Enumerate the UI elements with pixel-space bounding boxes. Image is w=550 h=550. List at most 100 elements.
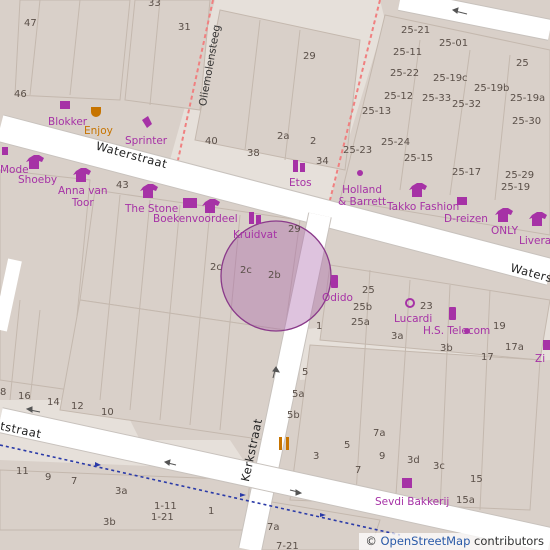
house-number: 34 <box>316 156 329 167</box>
house-number: 5b <box>287 410 300 421</box>
house-number: 29 <box>303 51 316 62</box>
house-number: 25-11 <box>393 47 423 58</box>
house-number: 15 <box>470 474 483 485</box>
kruidvat-icon <box>249 212 254 224</box>
poi-odido[interactable]: Odido <box>322 292 353 304</box>
house-number: 17a <box>505 342 524 353</box>
mode-icon <box>2 147 8 155</box>
map-attribution: © OpenStreetMap contributors <box>359 533 550 550</box>
poi-shoeby[interactable]: Shoeby <box>18 174 57 186</box>
house-number: 23 <box>420 301 433 312</box>
house-number: 5 <box>302 367 309 378</box>
attribution-prefix: © <box>365 534 381 548</box>
house-number: 25-21 <box>401 25 431 36</box>
house-number: 3c <box>433 461 445 472</box>
house-number: 7a <box>373 428 386 439</box>
blokker-icon <box>60 101 70 109</box>
house-number: 25-19a <box>510 93 546 104</box>
house-number: 25-24 <box>381 137 411 148</box>
house-number: 25-12 <box>384 91 414 102</box>
house-number: 9 <box>45 472 52 483</box>
house-number: 3 <box>313 451 320 462</box>
holland-icon <box>357 170 363 176</box>
restaurant-icon <box>279 437 282 450</box>
phone-icon-odido <box>331 275 338 288</box>
house-number: 25-33 <box>422 93 452 104</box>
house-number: 5a <box>292 389 305 400</box>
poi-sevdi-bakkerij[interactable]: Sevdi Bakkerij <box>375 496 449 508</box>
house-number: 7a <box>267 522 280 533</box>
poi-holland-barrett[interactable]: Holland & Barrett <box>338 184 386 208</box>
house-number: 38 <box>247 148 260 159</box>
house-number: 3b <box>440 343 453 354</box>
poi-lucardi[interactable]: Lucardi <box>394 313 432 325</box>
house-number: 25-01 <box>439 38 469 49</box>
poi-only[interactable]: ONLY <box>491 225 518 237</box>
poi-takko-fashion[interactable]: Takko Fashion <box>387 201 459 213</box>
house-number: 3b <box>103 517 116 528</box>
house-number: 12 <box>71 401 84 412</box>
house-number: 2a <box>277 131 290 142</box>
house-number: 25-15 <box>404 153 434 164</box>
house-number: 43 <box>116 180 129 191</box>
phone-icon-hs <box>449 307 456 320</box>
house-number: 10 <box>101 407 114 418</box>
house-number: 46 <box>14 89 27 100</box>
house-number: 2c <box>210 262 222 273</box>
house-number: 47 <box>24 18 37 29</box>
house-number: 25 <box>362 285 375 296</box>
house-number: 9 <box>379 451 386 462</box>
house-number: 25 <box>516 58 529 69</box>
house-number: 25-23 <box>343 145 373 156</box>
house-number: 33 <box>148 0 161 9</box>
house-number: 25a <box>351 317 370 328</box>
poi-blokker[interactable]: Blokker <box>48 116 87 128</box>
house-number: 2 <box>310 136 317 147</box>
house-number: 25-32 <box>452 99 482 110</box>
house-number: 25-17 <box>452 167 482 178</box>
zi-icon <box>543 340 550 350</box>
cafe-icon <box>91 107 101 117</box>
house-number: 40 <box>205 136 218 147</box>
house-number: 1 <box>316 321 323 332</box>
house-number: 25-19b <box>474 83 510 94</box>
bakery-icon <box>402 478 412 488</box>
house-number: 15a <box>456 495 475 506</box>
poi-boekenvoordeel[interactable]: Boekenvoordeel <box>153 213 238 225</box>
house-number: 7-21 <box>276 541 299 550</box>
house-number: 8 <box>0 387 7 398</box>
house-number: 2c <box>240 265 252 276</box>
poi-kruidvat[interactable]: Kruidvat <box>233 229 277 241</box>
house-number: 25-29 <box>505 170 535 181</box>
house-number: 25-22 <box>390 68 420 79</box>
house-number: 25-19c <box>433 73 468 84</box>
poi-etos[interactable]: Etos <box>289 177 312 189</box>
poi-d-reizen[interactable]: D-reizen <box>444 213 488 225</box>
map-canvas[interactable]: Waterstraat Waters Kerkstraat Oliemolens… <box>0 0 550 550</box>
poi-anna-van-toor[interactable]: Anna van Toor <box>58 185 108 209</box>
attribution-suffix: contributors <box>470 534 544 548</box>
book-icon <box>183 198 197 208</box>
house-number: 29 <box>288 224 301 235</box>
house-number: 1-21 <box>151 512 174 523</box>
poi-zi[interactable]: Zi <box>535 353 545 365</box>
house-number: 7 <box>71 476 78 487</box>
house-number: 25b <box>353 302 373 313</box>
house-number: 11 <box>16 466 29 477</box>
house-number: 1 <box>208 506 215 517</box>
house-number: 2b <box>268 270 281 281</box>
house-number: 19 <box>493 321 506 332</box>
etos-icon <box>293 160 298 172</box>
house-number: 25-30 <box>512 116 542 127</box>
house-number: 1-11 <box>154 501 177 512</box>
poi-hs-telecom[interactable]: H.S. Telecom <box>423 325 490 337</box>
house-number: 16 <box>18 391 31 402</box>
poi-sprinter[interactable]: Sprinter <box>125 135 167 147</box>
house-number: 14 <box>47 397 60 408</box>
house-number: 31 <box>178 22 191 33</box>
poi-livera[interactable]: Livera <box>519 235 550 247</box>
osm-link[interactable]: OpenStreetMap <box>380 534 470 548</box>
house-number: 5 <box>344 440 351 451</box>
house-number: 7 <box>355 465 362 476</box>
poi-enjoy[interactable]: Enjoy <box>84 125 113 137</box>
